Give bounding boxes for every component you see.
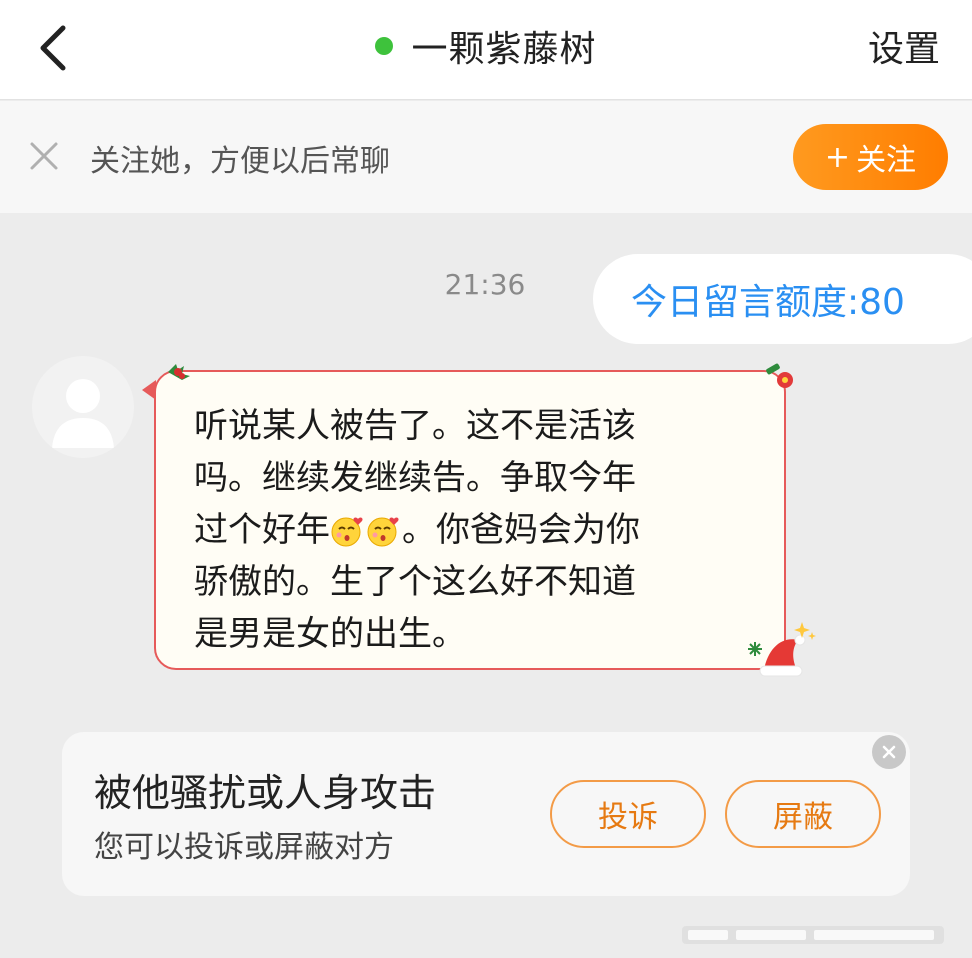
chat-title: 一颗紫藤树 [411,29,597,70]
message-line: 骄傲的。生了个这么好不知道 [194,562,636,602]
report-card-close-button[interactable] [872,735,906,769]
kissing-face-emoji [367,517,399,547]
report-card-subtitle: 您可以投诉或屏蔽对方 [94,830,394,865]
message-text: 。你爸妈会为你 [402,510,640,550]
message-line: 听说某人被告了。这不是活该 [194,406,636,446]
online-status-dot [375,37,394,55]
holly-icon [168,364,190,380]
message-line: 过个好年 。你爸妈会为你 [194,504,760,556]
message-line: 是男是女的出生。 [194,614,466,654]
follow-button[interactable]: + 关注 [793,124,948,190]
quota-bubble: 今日留言额度:80 [593,254,972,344]
plus-icon: + [824,139,851,175]
santa-hat-icon [759,622,816,677]
follow-prompt-text: 关注她，方便以后常聊 [90,144,390,179]
avatar[interactable] [32,356,134,458]
close-icon [30,142,58,170]
watermark-logo [682,926,944,944]
follow-banner-close-button[interactable] [26,138,62,174]
complain-button[interactable]: 投诉 [550,780,706,848]
message-text: 过个好年 [194,510,330,550]
block-button[interactable]: 屏蔽 [725,780,881,848]
chat-title-area: 一颗紫藤树 [0,18,972,74]
close-icon [882,745,896,759]
default-avatar-icon [52,379,114,448]
message-timestamp: 21:36 [444,268,526,301]
kissing-face-emoji [331,517,363,547]
message-bubble[interactable]: 听说某人被告了。这不是活该 吗。继续发继续告。争取今年 过个好年 。你爸妈会为你 … [154,370,786,670]
settings-button[interactable]: 设置 [868,18,940,74]
message-line: 吗。继续发继续告。争取今年 [194,458,636,498]
follow-button-label: 关注 [856,143,917,178]
quota-text: 今日留言额度:80 [631,282,905,323]
report-card-title: 被他骚扰或人身攻击 [94,771,437,815]
ornament-icon [766,363,793,388]
